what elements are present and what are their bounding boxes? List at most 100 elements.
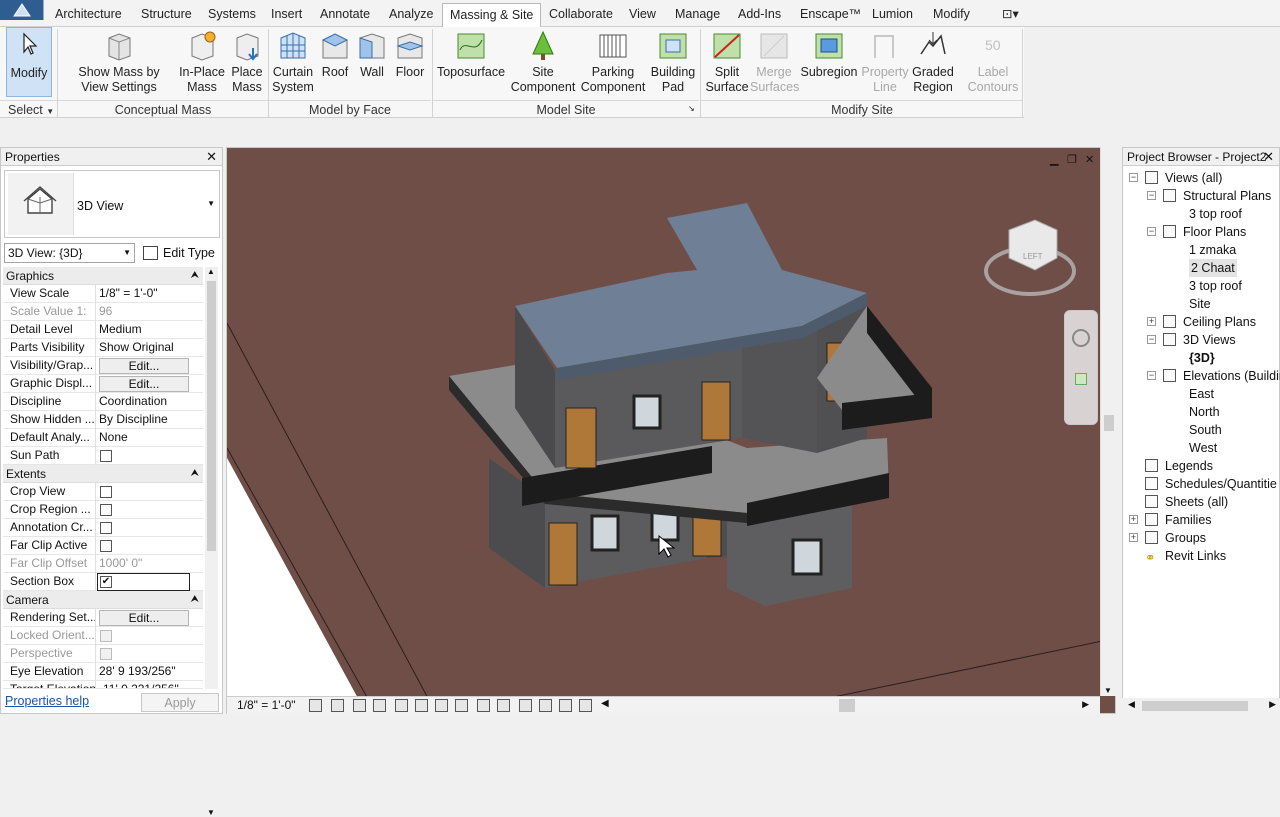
scroll-thumb[interactable] xyxy=(839,699,855,712)
collapse-icon[interactable]: − xyxy=(1147,371,1156,380)
visual-style-icon[interactable] xyxy=(331,699,344,712)
browser-item-3d[interactable]: {3D} xyxy=(1123,349,1279,367)
scroll-left-icon[interactable]: ◀ xyxy=(1128,699,1135,710)
tab-structure[interactable]: Structure xyxy=(141,4,192,25)
prop-eye-elevation[interactable]: Eye Elevation 28' 9 193/256" xyxy=(3,663,203,681)
view-instance-selector[interactable]: 3D View: {3D} ▼ xyxy=(4,243,135,263)
graded-region-button[interactable]: Graded Region xyxy=(910,27,956,97)
browser-item-families[interactable]: + Families xyxy=(1123,511,1279,529)
browser-item-west[interactable]: West xyxy=(1123,439,1279,457)
tab-annotate[interactable]: Annotate xyxy=(320,4,370,25)
scroll-right-icon[interactable]: ▶ xyxy=(1082,699,1089,710)
browser-item-north[interactable]: North xyxy=(1123,403,1279,421)
temporary-hide-icon[interactable] xyxy=(477,699,490,712)
wall-by-face-button[interactable]: Wall xyxy=(355,27,389,97)
browser-item-sheets-all[interactable]: Sheets (all) xyxy=(1123,493,1279,511)
collapse-icon[interactable]: − xyxy=(1147,335,1156,344)
shadows-icon[interactable] xyxy=(373,699,386,712)
tab-modify[interactable]: Modify xyxy=(933,4,970,25)
sun-path-checkbox[interactable] xyxy=(100,450,112,462)
minimize-view-icon[interactable]: ▁ xyxy=(1050,153,1058,166)
3d-model-scene[interactable]: LEFT xyxy=(227,148,1116,714)
dialog-launcher-icon[interactable]: ↘ xyxy=(688,104,695,113)
scroll-up-icon[interactable]: ▲ xyxy=(207,267,215,276)
collapse-icon[interactable]: − xyxy=(1147,227,1156,236)
section-camera[interactable]: Camera ⮝ xyxy=(3,591,203,609)
tab-analyze[interactable]: Analyze xyxy=(389,4,433,25)
far-clip-active-checkbox[interactable] xyxy=(100,540,112,552)
collapse-icon[interactable]: ⮝ xyxy=(191,465,200,483)
worksharing-display-icon[interactable] xyxy=(519,699,532,712)
inplace-mass-button[interactable]: In-Place Mass xyxy=(176,27,228,97)
browser-item-ceiling-plans[interactable]: + Ceiling Plans xyxy=(1123,313,1279,331)
prop-parts-visibility[interactable]: Parts Visibility Show Original xyxy=(3,339,203,357)
scroll-down-icon[interactable]: ▼ xyxy=(1104,686,1112,695)
browser-item-views-all[interactable]: − Views (all) xyxy=(1123,169,1279,187)
lock-3d-view-icon[interactable] xyxy=(455,699,468,712)
browser-item-south[interactable]: South xyxy=(1123,421,1279,439)
properties-help-link[interactable]: Properties help xyxy=(5,694,89,708)
browser-item-elevations-building[interactable]: − Elevations (Building xyxy=(1123,367,1280,385)
collapse-icon[interactable]: ⮝ xyxy=(191,267,200,285)
chevron-left-icon[interactable]: ◀ xyxy=(601,698,609,709)
tab-add-ins[interactable]: Add-Ins xyxy=(738,4,781,25)
split-surface-button[interactable]: Split Surface xyxy=(704,27,750,97)
prop-discipline[interactable]: Discipline Coordination xyxy=(3,393,203,411)
close-view-icon[interactable]: ✕ xyxy=(1085,153,1094,166)
tab-lumion[interactable]: Lumion xyxy=(872,4,913,25)
tab-massing-site[interactable]: Massing & Site xyxy=(442,3,542,27)
tab-manage[interactable]: Manage xyxy=(675,4,720,25)
browser-item-3d-views[interactable]: − 3D Views xyxy=(1123,331,1279,349)
close-icon[interactable]: ✕ xyxy=(1263,148,1274,166)
browser-item-2-chaat[interactable]: 2 Chaat xyxy=(1123,259,1279,277)
reveal-constraints-icon[interactable] xyxy=(559,699,572,712)
tab-options-icon[interactable]: ⊡▾ xyxy=(1002,4,1019,25)
expand-icon[interactable]: + xyxy=(1129,533,1138,542)
section-box-checkbox[interactable]: ✔ xyxy=(100,576,112,588)
viewport-horizontal-scrollbar[interactable]: ▶ xyxy=(827,699,1089,712)
prop-show-hidden-lines[interactable]: Show Hidden ... By Discipline xyxy=(3,411,203,429)
type-selector[interactable]: 3D View ▼ xyxy=(4,170,220,238)
prop-value[interactable]: Show Original xyxy=(96,339,190,357)
project-browser-horizontal-scrollbar[interactable]: ◀ ▶ xyxy=(1122,698,1280,714)
prop-detail-level[interactable]: Detail Level Medium xyxy=(3,321,203,339)
edit-type-button[interactable]: Edit Type xyxy=(141,243,219,263)
detail-level-icon[interactable] xyxy=(309,699,322,712)
parking-component-button[interactable]: Parking Component xyxy=(578,27,648,97)
scroll-right-icon[interactable]: ▶ xyxy=(1269,699,1276,710)
prop-target-elevation[interactable]: Target Elevation -11' 0 221/256" xyxy=(3,681,203,689)
close-icon[interactable]: ✕ xyxy=(206,148,217,166)
show-mass-button[interactable]: Show Mass by View Settings xyxy=(70,27,168,97)
browser-item-revit-links[interactable]: ⚭ Revit Links xyxy=(1123,547,1279,565)
tab-insert[interactable]: Insert xyxy=(271,4,302,25)
visibility-graphics-edit-button[interactable]: Edit... xyxy=(99,358,189,374)
application-menu-button[interactable] xyxy=(0,0,44,20)
crop-view-checkbox[interactable] xyxy=(100,486,112,498)
reveal-hidden-icon[interactable] xyxy=(497,699,510,712)
collapse-icon[interactable]: − xyxy=(1129,173,1138,182)
scroll-thumb[interactable] xyxy=(207,281,216,551)
browser-item-3-top-roof[interactable]: 3 top roof xyxy=(1123,205,1279,223)
place-mass-button[interactable]: Place Mass xyxy=(228,27,266,97)
crop-view-icon[interactable] xyxy=(415,699,428,712)
highlight-displacement-icon[interactable] xyxy=(539,699,552,712)
show-crop-region-icon[interactable] xyxy=(435,699,448,712)
analytical-model-icon[interactable] xyxy=(579,699,592,712)
expand-icon[interactable]: + xyxy=(1129,515,1138,524)
apply-button[interactable]: Apply xyxy=(141,693,219,712)
scroll-down-icon[interactable]: ▼ xyxy=(207,808,215,817)
tab-view[interactable]: View xyxy=(629,4,656,25)
browser-item-schedules-quantitie[interactable]: Schedules/Quantitie xyxy=(1123,475,1279,493)
browser-item-floor-plans[interactable]: − Floor Plans xyxy=(1123,223,1279,241)
subregion-button[interactable]: Subregion xyxy=(800,27,858,97)
scroll-thumb[interactable] xyxy=(1142,701,1248,711)
tab-collaborate[interactable]: Collaborate xyxy=(549,4,613,25)
zoom-region-icon[interactable] xyxy=(1075,373,1087,385)
prop-value[interactable]: Coordination xyxy=(96,393,190,411)
view-scale-button[interactable]: 1/8" = 1'-0" xyxy=(237,698,296,712)
browser-item-east[interactable]: East xyxy=(1123,385,1279,403)
expand-icon[interactable]: + xyxy=(1147,317,1156,326)
annotation-crop-checkbox[interactable] xyxy=(100,522,112,534)
sun-path-icon[interactable] xyxy=(353,699,366,712)
section-extents[interactable]: Extents ⮝ xyxy=(3,465,203,483)
